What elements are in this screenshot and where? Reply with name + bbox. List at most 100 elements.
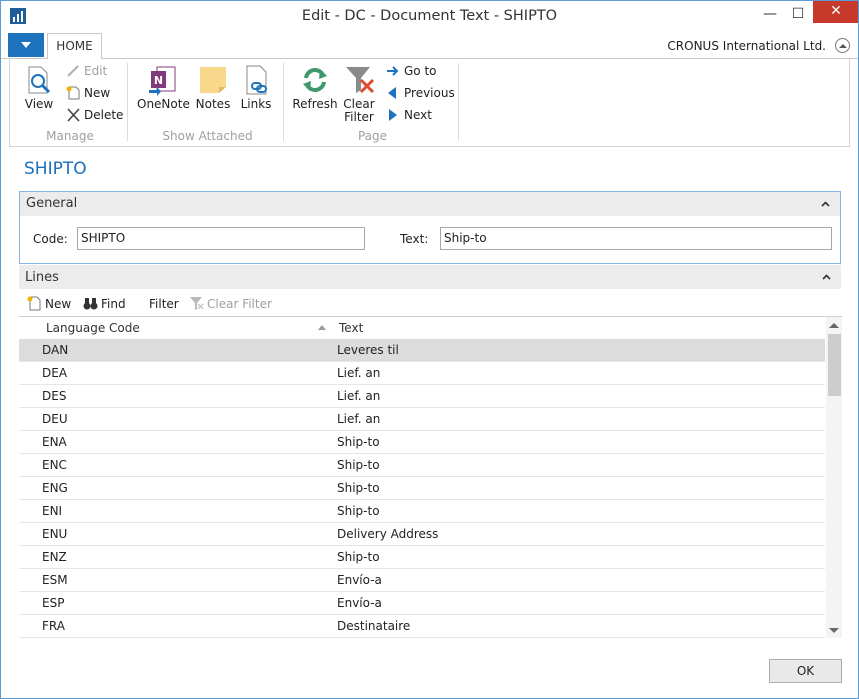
cell-text: Ship-to bbox=[337, 504, 380, 518]
view-icon bbox=[23, 64, 55, 96]
sort-ascending-icon bbox=[318, 325, 326, 330]
cell-language-code: ENA bbox=[42, 435, 67, 449]
general-fasttab: General Code: SHIPTO Text: Ship-to bbox=[19, 191, 841, 264]
column-header-language-code[interactable]: Language Code bbox=[46, 321, 140, 335]
cell-language-code: ENI bbox=[42, 504, 63, 518]
app-menu-button[interactable] bbox=[8, 33, 44, 57]
dropdown-arrow-icon bbox=[21, 42, 31, 48]
next-button[interactable]: Next bbox=[386, 106, 432, 124]
lines-filter-label: Filter bbox=[149, 297, 179, 311]
cell-language-code: DEU bbox=[42, 412, 68, 426]
table-row[interactable]: ENG Ship-to bbox=[19, 477, 825, 500]
cell-language-code: DES bbox=[42, 389, 67, 403]
cell-text: Envío-a bbox=[337, 596, 382, 610]
onenote-button[interactable]: N OneNote bbox=[137, 64, 190, 111]
refresh-label: Refresh bbox=[292, 97, 338, 111]
view-button[interactable]: View bbox=[20, 64, 58, 111]
links-button[interactable]: Links bbox=[238, 64, 274, 111]
cell-text: Lief. an bbox=[337, 366, 381, 380]
chevron-up-icon[interactable] bbox=[821, 201, 830, 207]
previous-button[interactable]: Previous bbox=[386, 84, 455, 102]
dialog-window: Edit - DC - Document Text - SHIPTO — ☐ ✕… bbox=[0, 0, 859, 699]
delete-button[interactable]: Delete bbox=[66, 106, 123, 124]
close-button[interactable]: ✕ bbox=[813, 1, 858, 23]
table-row[interactable]: DEU Lief. an bbox=[19, 408, 825, 431]
next-label: Next bbox=[404, 108, 432, 122]
table-row[interactable]: ENC Ship-to bbox=[19, 454, 825, 477]
group-label-show-attached: Show Attached bbox=[162, 129, 253, 143]
cell-text: Ship-to bbox=[337, 481, 380, 495]
table-row[interactable]: ENI Ship-to bbox=[19, 500, 825, 523]
cell-text: Envío-a bbox=[337, 573, 382, 587]
cell-text: Ship-to bbox=[337, 550, 380, 564]
code-field[interactable]: SHIPTO bbox=[77, 227, 365, 250]
ribbon: View Edit New Delete Manage N OneNote No… bbox=[9, 59, 850, 147]
new-button[interactable]: New bbox=[66, 84, 110, 102]
title-bar: Edit - DC - Document Text - SHIPTO — ☐ ✕ bbox=[1, 1, 858, 32]
cell-text: Lief. an bbox=[337, 412, 381, 426]
refresh-button[interactable]: Refresh bbox=[292, 64, 338, 111]
tab-home[interactable]: HOME bbox=[47, 33, 102, 60]
maximize-button[interactable]: ☐ bbox=[783, 1, 813, 29]
cell-text: Destinataire bbox=[337, 619, 411, 633]
chevron-up-icon[interactable] bbox=[822, 274, 831, 280]
lines-filter-button[interactable]: Filter bbox=[131, 296, 179, 312]
clear-filter-button[interactable]: Clear Filter bbox=[340, 64, 378, 124]
lines-toolbar: New Find Filter Clear Filter bbox=[19, 293, 841, 315]
notes-label: Notes bbox=[195, 97, 231, 111]
table-row[interactable]: DEA Lief. an bbox=[19, 362, 825, 385]
table-row[interactable]: ESP Envío-a bbox=[19, 592, 825, 615]
lines-new-button[interactable]: New bbox=[27, 296, 71, 312]
table-row[interactable]: ENA Ship-to bbox=[19, 431, 825, 454]
table-row[interactable]: DAN Leveres til bbox=[19, 339, 825, 362]
lines-clear-filter-button[interactable]: Clear Filter bbox=[189, 296, 272, 312]
scroll-up-icon[interactable] bbox=[829, 323, 839, 328]
goto-button[interactable]: Go to bbox=[386, 62, 437, 80]
cell-language-code: ENC bbox=[42, 458, 67, 472]
cell-language-code: DAN bbox=[42, 343, 69, 357]
clear-filter-label-1: Clear bbox=[343, 97, 375, 111]
general-fasttab-header[interactable]: General bbox=[20, 192, 840, 216]
collapse-ribbon-icon[interactable] bbox=[835, 38, 850, 53]
previous-label: Previous bbox=[404, 86, 455, 100]
lines-title: Lines bbox=[25, 270, 59, 285]
triangle-right-icon bbox=[389, 109, 397, 121]
minimize-button[interactable]: — bbox=[755, 1, 785, 29]
lines-clear-filter-label: Clear Filter bbox=[207, 297, 272, 311]
clear-filter-label-2: Filter bbox=[344, 110, 374, 124]
lines-grid: Language Code Text DAN Leveres til DEA Lie… bbox=[19, 316, 842, 638]
group-separator bbox=[127, 63, 128, 141]
notes-button[interactable]: Notes bbox=[194, 64, 232, 111]
scroll-down-icon[interactable] bbox=[829, 628, 839, 633]
table-row[interactable]: DES Lief. an bbox=[19, 385, 825, 408]
delete-label: Delete bbox=[84, 108, 124, 122]
pencil-icon bbox=[67, 65, 79, 77]
table-row[interactable]: FRA Destinataire bbox=[19, 615, 825, 638]
vertical-scrollbar[interactable] bbox=[826, 317, 842, 638]
scrollbar-thumb[interactable] bbox=[828, 334, 841, 396]
code-label: Code: bbox=[33, 232, 68, 246]
new-document-icon bbox=[66, 86, 80, 100]
sticky-note-icon bbox=[197, 64, 229, 96]
window-title: Edit - DC - Document Text - SHIPTO bbox=[301, 8, 558, 24]
cell-language-code: ENZ bbox=[42, 550, 67, 564]
column-header-text[interactable]: Text bbox=[339, 321, 363, 335]
ribbon-tabbar: HOME CRONUS International Ltd. bbox=[1, 32, 858, 60]
cell-text: Lief. an bbox=[337, 389, 381, 403]
table-row[interactable]: ENZ Ship-to bbox=[19, 546, 825, 569]
table-row[interactable]: ESM Envío-a bbox=[19, 569, 825, 592]
text-field[interactable]: Ship-to bbox=[440, 227, 832, 250]
cell-language-code: FRA bbox=[42, 619, 65, 633]
arrow-right-icon bbox=[387, 66, 399, 76]
cell-text: Leveres til bbox=[337, 343, 399, 357]
ok-button[interactable]: OK bbox=[769, 659, 842, 683]
table-row[interactable]: ENU Delivery Address bbox=[19, 523, 825, 546]
general-title: General bbox=[26, 196, 78, 211]
lines-find-button[interactable]: Find bbox=[83, 296, 126, 312]
delete-x-icon bbox=[67, 108, 80, 122]
lines-fasttab-header[interactable]: Lines bbox=[19, 265, 841, 289]
company-name[interactable]: CRONUS International Ltd. bbox=[667, 39, 826, 53]
edit-button[interactable]: Edit bbox=[66, 62, 107, 80]
triangle-left-icon bbox=[388, 87, 396, 99]
cell-text: Delivery Address bbox=[337, 527, 439, 541]
